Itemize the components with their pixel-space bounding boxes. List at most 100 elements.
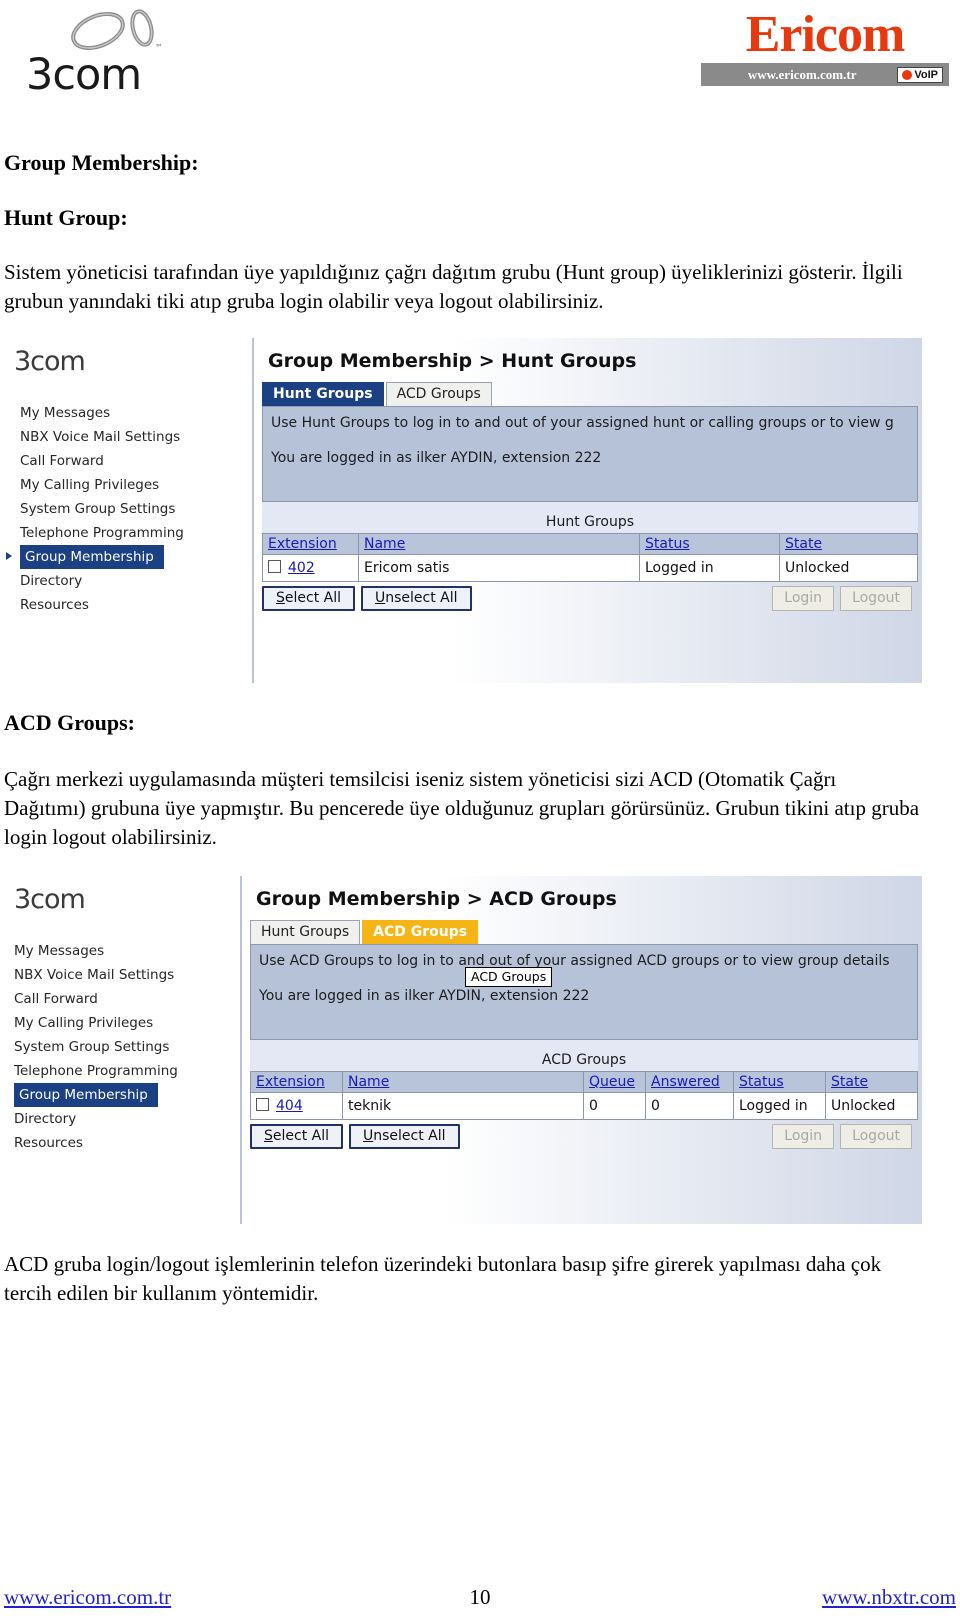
sidebar-item-group-membership-wrap-acd: Group Membership	[0, 1083, 240, 1107]
select-all-rest: elect All	[284, 590, 341, 606]
unselect-all-accel: U	[375, 590, 386, 606]
info-text-hunt-2: You are logged in as ilker AYDIN, extens…	[271, 450, 602, 466]
col-name[interactable]: Name	[358, 533, 640, 555]
col-queue-label-acd: Queue	[589, 1074, 635, 1090]
unselect-all-button-acd[interactable]: Unselect All	[349, 1124, 460, 1149]
sidebar-item-call-forward[interactable]: Call Forward	[0, 449, 252, 473]
login-button-acd[interactable]: Login	[772, 1124, 835, 1149]
screenshot-acd-groups: 3com My Messages NBX Voice Mail Settings…	[0, 876, 922, 1224]
select-all-button[interactable]: Select All	[262, 586, 355, 611]
table-area-hunt: Hunt Groups Extension Name Status State	[262, 502, 918, 582]
extension-link[interactable]: 402	[288, 560, 315, 576]
unselect-all-button[interactable]: Unselect All	[361, 586, 472, 611]
table-header-row-hunt: Extension Name Status State	[262, 533, 918, 555]
tabbar-hunt: Hunt Groups ACD Groups	[254, 382, 922, 406]
ericom-wordmark: Ericom	[745, 6, 906, 63]
cell-status-acd: Logged in	[733, 1092, 826, 1120]
col-state-acd[interactable]: State	[825, 1071, 918, 1093]
col-extension[interactable]: Extension	[262, 533, 359, 555]
sidebar-item-nbx-voice-mail-settings[interactable]: NBX Voice Mail Settings	[0, 425, 252, 449]
button-row-acd: Select All Unselect All Login Logout	[250, 1124, 918, 1155]
unselect-all-rest-acd: nselect All	[373, 1128, 446, 1144]
cell-extension: 402	[262, 554, 359, 582]
sidebar-item-group-membership-acd[interactable]: Group Membership	[14, 1083, 158, 1107]
col-status[interactable]: Status	[639, 533, 780, 555]
sidebar-item-my-messages-acd[interactable]: My Messages	[0, 939, 240, 963]
trademark-mark: ™	[155, 43, 163, 52]
sidebar-item-nbx-voice-mail-settings-acd[interactable]: NBX Voice Mail Settings	[0, 963, 240, 987]
login-button[interactable]: Login	[772, 586, 835, 611]
3com-rings-icon: ™	[71, 9, 163, 52]
tab-acd-groups[interactable]: ACD Groups	[385, 382, 492, 406]
login-logout-group-acd: Login Logout	[772, 1124, 918, 1149]
cell-name: Ericom satis	[358, 554, 640, 582]
logout-button[interactable]: Logout	[840, 586, 912, 611]
row-checkbox-acd[interactable]	[256, 1098, 269, 1111]
tabbar-acd: Hunt Groups ACD Groups	[242, 920, 922, 944]
heading-acd-groups: ACD Groups:	[4, 710, 136, 735]
sidebar-item-resources[interactable]: Resources	[0, 593, 252, 617]
col-extension-label-acd: Extension	[256, 1074, 325, 1090]
tab-acd-groups-acd[interactable]: ACD Groups	[362, 920, 479, 944]
3com-wordmark: 3com	[26, 50, 142, 100]
col-extension-acd[interactable]: Extension	[250, 1071, 343, 1093]
col-name-label-acd: Name	[348, 1074, 390, 1090]
select-all-accel-acd: S	[264, 1128, 273, 1144]
info-text-acd-1: Use ACD Groups to log in to and out of y…	[259, 953, 890, 969]
sidebar-item-group-membership[interactable]: Group Membership	[20, 545, 164, 569]
ericom-url: www.ericom.com.tr	[747, 66, 857, 82]
col-state-label: State	[785, 536, 823, 552]
at-symbol-icon	[902, 69, 913, 80]
page-footer: www.ericom.com.tr 10 www.nbxtr.com	[0, 1585, 960, 1615]
col-answered-label-acd: Answered	[651, 1074, 720, 1090]
select-all-rest-acd: elect All	[272, 1128, 329, 1144]
sidebar-item-telephone-programming-acd[interactable]: Telephone Programming	[0, 1059, 240, 1083]
sidebar-item-my-calling-privileges[interactable]: My Calling Privileges	[0, 473, 252, 497]
select-all-button-acd[interactable]: Select All	[250, 1124, 343, 1149]
col-name-label: Name	[364, 536, 406, 552]
table-area-acd: ACD Groups Extension Name Queue Answered…	[250, 1040, 918, 1120]
extension-link-acd[interactable]: 404	[276, 1098, 303, 1114]
sidebar-item-system-group-settings-acd[interactable]: System Group Settings	[0, 1035, 240, 1059]
sidebar-item-my-messages[interactable]: My Messages	[0, 401, 252, 425]
tab-hunt-groups-acd[interactable]: Hunt Groups	[250, 920, 361, 944]
page-title-acd: Group Membership > ACD Groups	[256, 888, 617, 910]
tab-hunt-groups[interactable]: Hunt Groups	[262, 382, 384, 406]
acd-groups-tooltip: ACD Groups	[465, 967, 553, 987]
3com-logo: ™ 3com	[26, 8, 196, 100]
app-sidebar-hunt: 3com My Messages NBX Voice Mail Settings…	[0, 338, 254, 683]
paragraph-acd-groups: Çağrı merkezi uygulamasında müşteri tems…	[4, 767, 920, 849]
sidebar-item-my-calling-privileges-acd[interactable]: My Calling Privileges	[0, 1011, 240, 1035]
footer-link-nbxtr[interactable]: www.nbxtr.com	[822, 1585, 956, 1610]
paragraph-hunt-group: Sistem yöneticisi tarafından üye yapıldı…	[4, 260, 903, 313]
paragraph-acd-login-note: ACD gruba login/logout işlemlerinin tele…	[4, 1252, 882, 1305]
sidebar-item-directory-acd[interactable]: Directory	[0, 1107, 240, 1131]
table-row: 404 teknik 0 0 Logged in Unlocked	[250, 1092, 918, 1120]
hunt-groups-table: Extension Name Status State 402 Ericom s…	[262, 533, 918, 582]
cell-name-acd: teknik	[342, 1092, 584, 1120]
app-main-acd: Group Membership > ACD Groups Hunt Group…	[242, 876, 922, 1224]
col-state[interactable]: State	[779, 533, 918, 555]
logout-button-acd[interactable]: Logout	[840, 1124, 912, 1149]
col-queue-acd[interactable]: Queue	[583, 1071, 646, 1093]
col-answered-acd[interactable]: Answered	[645, 1071, 734, 1093]
sidebar-item-directory[interactable]: Directory	[0, 569, 252, 593]
screenshot-hunt-groups: 3com My Messages NBX Voice Mail Settings…	[0, 338, 922, 683]
sidebar-item-system-group-settings[interactable]: System Group Settings	[0, 497, 252, 521]
app-sidebar-acd: 3com My Messages NBX Voice Mail Settings…	[0, 876, 242, 1224]
col-status-acd[interactable]: Status	[733, 1071, 826, 1093]
row-checkbox[interactable]	[268, 560, 281, 573]
sidebar-item-telephone-programming[interactable]: Telephone Programming	[0, 521, 252, 545]
sidebar-item-resources-acd[interactable]: Resources	[0, 1131, 240, 1155]
col-state-label-acd: State	[831, 1074, 869, 1090]
sidebar-item-call-forward-acd[interactable]: Call Forward	[0, 987, 240, 1011]
table-caption-hunt: Hunt Groups	[545, 514, 635, 530]
page-header: ™ 3com Ericom www.ericom.com.tr VoIP	[0, 0, 960, 120]
heading-group-membership: Group Membership:	[4, 150, 199, 175]
info-panel-hunt: Use Hunt Groups to log in to and out of …	[262, 406, 918, 502]
col-name-acd[interactable]: Name	[342, 1071, 584, 1093]
ericom-logo: Ericom www.ericom.com.tr VoIP	[701, 7, 949, 86]
app-main-hunt: Group Membership > Hunt Groups Hunt Grou…	[254, 338, 922, 683]
voip-badge-label: VoIP	[914, 68, 938, 81]
cell-answered-acd: 0	[645, 1092, 734, 1120]
